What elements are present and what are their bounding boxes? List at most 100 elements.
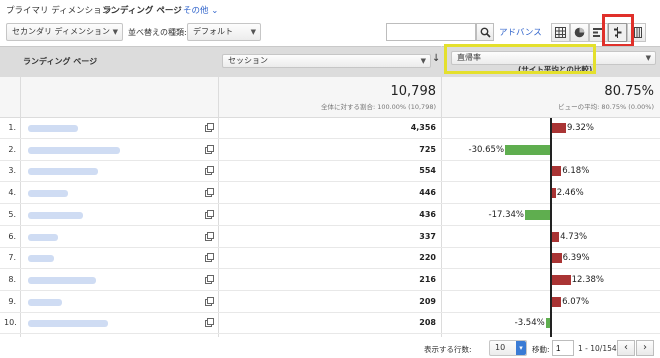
advanced-link[interactable]: アドバンス [499, 26, 542, 38]
row-number: 2. [8, 144, 16, 154]
landing-page-link[interactable] [28, 276, 96, 284]
comparison-percent: -17.34% [488, 209, 524, 220]
next-page-button[interactable]: › [636, 340, 654, 356]
landing-page-link[interactable] [28, 146, 120, 154]
table-row: 6. 337 4.73% [0, 227, 660, 248]
sessions-value: 4,356 [410, 123, 436, 132]
rows-per-page-label: 表示する行数: [424, 345, 472, 354]
sessions-value: 436 [419, 209, 436, 219]
comparison-percent: 12.38% [571, 274, 604, 285]
total-bounce-value: 80.75% [604, 84, 654, 99]
external-link-icon[interactable] [205, 296, 214, 306]
secondary-dimension-dropdown[interactable]: セカンダリ ディメンション ▼ [6, 23, 123, 41]
table-row: 9. 209 6.07% [0, 292, 660, 313]
row-number: 8. [8, 274, 16, 284]
table-row: 7. 220 6.39% [0, 248, 660, 270]
row-number: 5. [8, 209, 16, 219]
sessions-value: 337 [419, 231, 436, 241]
landing-page-link[interactable] [28, 298, 62, 306]
external-link-icon[interactable] [205, 188, 214, 198]
sessions-value: 554 [419, 166, 436, 176]
external-link-icon[interactable] [205, 318, 214, 328]
comparison-axis-line [550, 118, 552, 337]
search-icon [480, 27, 491, 38]
comparison-percent: 6.39% [562, 253, 590, 264]
comparison-bar [552, 123, 566, 133]
primary-dimension-label: プライマリ ディメンション： [6, 6, 119, 16]
pie-chart-icon [574, 27, 585, 38]
primary-dimension-value[interactable]: ランディング ページ [103, 4, 182, 16]
goto-page-input[interactable] [552, 340, 574, 356]
sessions-metric-dropdown[interactable]: セッション ▼ [222, 54, 431, 68]
rows-per-page-dropdown[interactable]: 10 ▾ [489, 340, 527, 356]
sort-type-dropdown[interactable]: デフォルト ▼ [187, 23, 261, 41]
comparison-percent: 6.18% [562, 166, 590, 177]
comparison-percent: -30.65% [468, 144, 505, 155]
external-link-icon[interactable] [205, 123, 214, 132]
sessions-metric-label: セッション [228, 56, 268, 65]
comparison-bar [552, 231, 560, 242]
chevron-down-icon: ▼ [250, 28, 256, 36]
comparison-percent: 4.73% [560, 231, 588, 242]
grid-icon [555, 27, 566, 38]
metric-highlight-box [444, 44, 596, 74]
table-row: 10. 208 -3.54% [0, 313, 660, 335]
external-link-icon[interactable] [205, 144, 214, 154]
row-number: 7. [8, 253, 16, 263]
search-button[interactable] [476, 23, 494, 41]
sort-arrow-icon[interactable]: ↓ [432, 53, 440, 64]
landing-page-link[interactable] [28, 168, 98, 176]
comparison-bar [552, 274, 571, 285]
external-link-icon[interactable] [205, 274, 214, 284]
chevron-left-icon: ‹ [624, 342, 628, 353]
table-row: 3. 554 6.18% [0, 161, 660, 183]
comparison-bar [552, 253, 562, 264]
row-number: 9. [8, 296, 16, 306]
external-link-icon[interactable] [205, 209, 214, 219]
search-input[interactable] [386, 23, 476, 41]
secondary-dimension-label: セカンダリ ディメンション [12, 27, 110, 36]
table-row: 5. 436 -17.34% [0, 205, 660, 226]
table-view-button[interactable] [551, 23, 570, 42]
comparison-bar [524, 209, 551, 220]
landing-page-link[interactable] [28, 255, 54, 263]
landing-page-link[interactable] [28, 320, 108, 328]
comparison-highlight-box [602, 14, 634, 47]
comparison-percent: 9.32% [566, 123, 594, 133]
row-number: 6. [8, 231, 16, 241]
landing-page-column-header[interactable]: ランディング ページ [23, 56, 97, 67]
sessions-value: 725 [419, 144, 436, 154]
external-link-icon[interactable] [205, 166, 214, 176]
external-link-icon[interactable] [205, 253, 214, 263]
sessions-value: 446 [419, 188, 436, 198]
total-sessions-subtext: 全体に対する割合: 100.00% (10,798) [320, 103, 436, 111]
landing-page-link[interactable] [28, 211, 83, 219]
chevron-down-icon: ▾ [516, 341, 526, 355]
sort-type-value: デフォルト [193, 27, 233, 36]
comparison-percent: 2.46% [556, 188, 584, 199]
landing-page-link[interactable] [28, 125, 78, 132]
comparison-bar [552, 188, 556, 199]
row-number: 3. [8, 166, 16, 176]
total-bounce-subtext: ビューの平均: 80.75% (0.00%) [558, 103, 654, 111]
comparison-bar [505, 144, 551, 155]
chevron-down-icon: ▼ [112, 28, 118, 36]
landing-page-link[interactable] [28, 190, 68, 198]
pie-view-button[interactable] [570, 23, 589, 42]
external-link-icon[interactable] [205, 231, 214, 241]
comparison-bar [552, 296, 562, 307]
table-row: 2. 725 -30.65% [0, 140, 660, 161]
landing-page-link[interactable] [28, 233, 58, 241]
chevron-right-icon: › [643, 342, 647, 353]
sort-type-label: 並べ替えの種類: [128, 28, 187, 37]
sessions-value: 209 [419, 296, 436, 306]
row-number: 4. [8, 188, 16, 198]
chevron-down-icon: ▼ [420, 57, 426, 65]
other-dimension-link[interactable]: その他 ⌄ [183, 4, 218, 16]
sessions-value: 208 [419, 318, 436, 328]
comparison-percent: -3.54% [514, 318, 545, 329]
prev-page-button[interactable]: ‹ [617, 340, 635, 356]
page-range-text: 1 - 10/154 [578, 344, 617, 353]
goto-label: 移動: [532, 345, 550, 354]
row-number: 10. [4, 318, 17, 328]
